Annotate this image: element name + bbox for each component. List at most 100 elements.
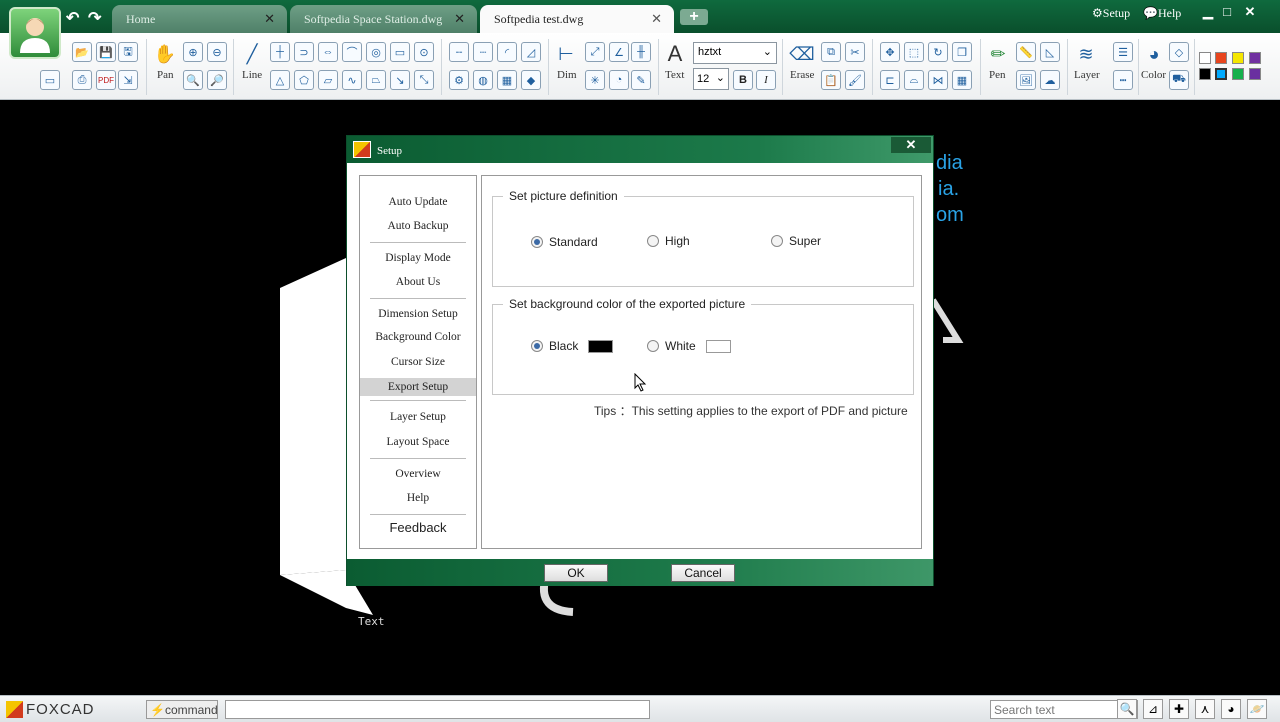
line-tool-icon[interactable]: ╱ xyxy=(239,41,265,67)
save-icon[interactable]: 💾 xyxy=(96,42,116,62)
xline-icon[interactable]: ⤡ xyxy=(414,70,434,90)
brush-icon[interactable]: 🖌 xyxy=(845,70,865,90)
continue-dim-icon[interactable]: ╫ xyxy=(631,42,651,62)
new-file-icon[interactable]: ▭ xyxy=(40,70,60,90)
close-tab-icon[interactable]: ✕ xyxy=(264,11,275,27)
stretch-icon[interactable]: ⊏ xyxy=(880,70,900,90)
nav-feedback[interactable]: Feedback xyxy=(360,520,476,535)
copy-icon[interactable]: ⧉ xyxy=(821,42,841,62)
swatch-blue[interactable] xyxy=(1215,68,1227,80)
zoom-in-icon[interactable]: ⊕ xyxy=(183,42,203,62)
measure-icon[interactable]: ⇔ xyxy=(318,42,338,62)
aligned-dim-icon[interactable]: ⤢ xyxy=(585,42,605,62)
nav-overview[interactable]: Overview xyxy=(360,468,476,480)
paste-icon[interactable]: 📋 xyxy=(821,70,841,90)
pan-hand-icon[interactable]: ✋ xyxy=(152,41,178,67)
mirror-icon[interactable]: ⋈ xyxy=(928,70,948,90)
circle-icon[interactable]: ◎ xyxy=(366,42,386,62)
gear-shape-icon[interactable]: ⚙ xyxy=(449,70,469,90)
radio-white[interactable]: White xyxy=(647,339,731,353)
fillet-icon[interactable]: ◜ xyxy=(497,42,517,62)
nav-layer-setup[interactable]: Layer Setup xyxy=(360,411,476,423)
nav-help[interactable]: Help xyxy=(360,492,476,504)
eraser-small-icon[interactable]: ◇ xyxy=(1169,42,1189,62)
line-type-icon[interactable]: ┅ xyxy=(1113,70,1133,90)
swatch-white[interactable] xyxy=(1199,52,1211,64)
trapezoid-icon[interactable]: ⏢ xyxy=(366,70,386,90)
planet-icon[interactable]: 🪐 xyxy=(1247,699,1267,719)
radio-black[interactable]: Black xyxy=(531,339,614,353)
close-tab-icon[interactable]: ✕ xyxy=(454,11,465,27)
spline-icon[interactable]: ∿ xyxy=(342,70,362,90)
layer-icon[interactable]: ≋ xyxy=(1073,41,1099,67)
swatch-red[interactable] xyxy=(1215,52,1227,64)
area-icon[interactable]: ◺ xyxy=(1040,42,1060,62)
radio-super[interactable]: Super xyxy=(771,234,821,248)
radius-dim-icon[interactable]: ◔ xyxy=(609,70,629,90)
font-size-select[interactable]: 12 ⌄ xyxy=(693,68,729,90)
undo-icon[interactable]: ↶ xyxy=(66,8,79,28)
donut-icon[interactable]: ◍ xyxy=(473,70,493,90)
search-input[interactable]: Search text xyxy=(990,700,1138,719)
ruler-icon[interactable]: 📏 xyxy=(1016,42,1036,62)
close-tab-icon[interactable]: ✕ xyxy=(651,11,662,27)
print-icon[interactable]: ⎙ xyxy=(72,70,92,90)
pentagon-icon[interactable]: ⬠ xyxy=(294,70,314,90)
truck-icon[interactable]: ⛟ xyxy=(1169,70,1189,90)
swatch-purple[interactable] xyxy=(1249,52,1261,64)
search-icon[interactable]: 🔍 xyxy=(1117,699,1137,719)
leader-icon[interactable]: ✎ xyxy=(631,70,651,90)
fill-icon[interactable]: ◆ xyxy=(521,70,541,90)
line-weight-icon[interactable]: ☰ xyxy=(1113,42,1133,62)
swatch-black[interactable] xyxy=(1199,68,1211,80)
nav-about-us[interactable]: About Us xyxy=(360,276,476,288)
dialog-close-button[interactable]: ✕ xyxy=(891,137,931,153)
nav-export-setup[interactable]: Export Setup xyxy=(360,378,476,396)
polyline-icon[interactable]: ┼ xyxy=(270,42,290,62)
color-palette-icon[interactable]: ◕ xyxy=(1221,699,1241,719)
pdf-export-icon[interactable]: PDF xyxy=(96,70,116,90)
zoom-out-icon[interactable]: ⊖ xyxy=(207,42,227,62)
eraser-icon[interactable]: ⌫ xyxy=(789,41,815,67)
nav-auto-backup[interactable]: Auto Backup xyxy=(360,220,476,232)
angular-dim-icon[interactable]: ∠ xyxy=(609,42,629,62)
tab-softpedia-test[interactable]: Softpedia test.dwg ✕ xyxy=(480,5,674,33)
command-input[interactable] xyxy=(225,700,650,719)
insert-image-icon[interactable]: 🖼 xyxy=(1016,70,1036,90)
rotate-icon[interactable]: ↻ xyxy=(928,42,948,62)
cut-icon[interactable]: ✂ xyxy=(845,42,865,62)
text-tool-icon[interactable]: A xyxy=(662,41,688,67)
ellipse-icon[interactable]: ⊙ xyxy=(414,42,434,62)
chamfer-icon[interactable]: ◿ xyxy=(521,42,541,62)
font-select[interactable]: hztxt ⌄ xyxy=(693,42,777,64)
redo-icon[interactable]: ↷ xyxy=(88,8,101,28)
ortho-icon[interactable]: ⋏ xyxy=(1195,699,1215,719)
dashed-line-icon[interactable]: ╌ xyxy=(449,42,469,62)
radio-high[interactable]: High xyxy=(647,234,690,248)
layout-icon[interactable]: ⊿ xyxy=(1143,699,1163,719)
color-wheel-icon[interactable]: ◕ xyxy=(1141,41,1167,67)
dialog-title-bar[interactable]: Setup ✕ xyxy=(347,136,933,163)
italic-button[interactable]: I xyxy=(756,70,776,90)
tab-space-station[interactable]: Softpedia Space Station.dwg ✕ xyxy=(290,5,477,33)
swatch-yellow[interactable] xyxy=(1232,52,1244,64)
scale-icon[interactable]: ⬚ xyxy=(904,42,924,62)
ok-button[interactable]: OK xyxy=(544,564,608,582)
save-as-icon[interactable]: 🖫 xyxy=(118,42,138,62)
zoom-extents-icon[interactable]: 🔎 xyxy=(207,70,227,90)
pen-icon[interactable]: ✏ xyxy=(985,41,1011,67)
swatch-violet[interactable] xyxy=(1249,68,1261,80)
help-button[interactable]: 💬Help xyxy=(1143,6,1181,21)
swatch-green[interactable] xyxy=(1232,68,1244,80)
maximize-icon[interactable]: □ xyxy=(1217,3,1237,21)
nav-display-mode[interactable]: Display Mode xyxy=(360,252,476,264)
array-icon[interactable]: ❐ xyxy=(952,42,972,62)
setup-button[interactable]: ⚙Setup xyxy=(1092,6,1130,21)
rectangle-icon[interactable]: ▭ xyxy=(390,42,410,62)
center-line-icon[interactable]: ┄ xyxy=(473,42,493,62)
export-icon[interactable]: ⇲ xyxy=(118,70,138,90)
nav-cursor-size[interactable]: Cursor Size xyxy=(360,356,476,368)
nav-background-color[interactable]: Background Color xyxy=(360,331,476,343)
grid-icon[interactable]: ▦ xyxy=(952,70,972,90)
parallelogram-icon[interactable]: ▱ xyxy=(318,70,338,90)
